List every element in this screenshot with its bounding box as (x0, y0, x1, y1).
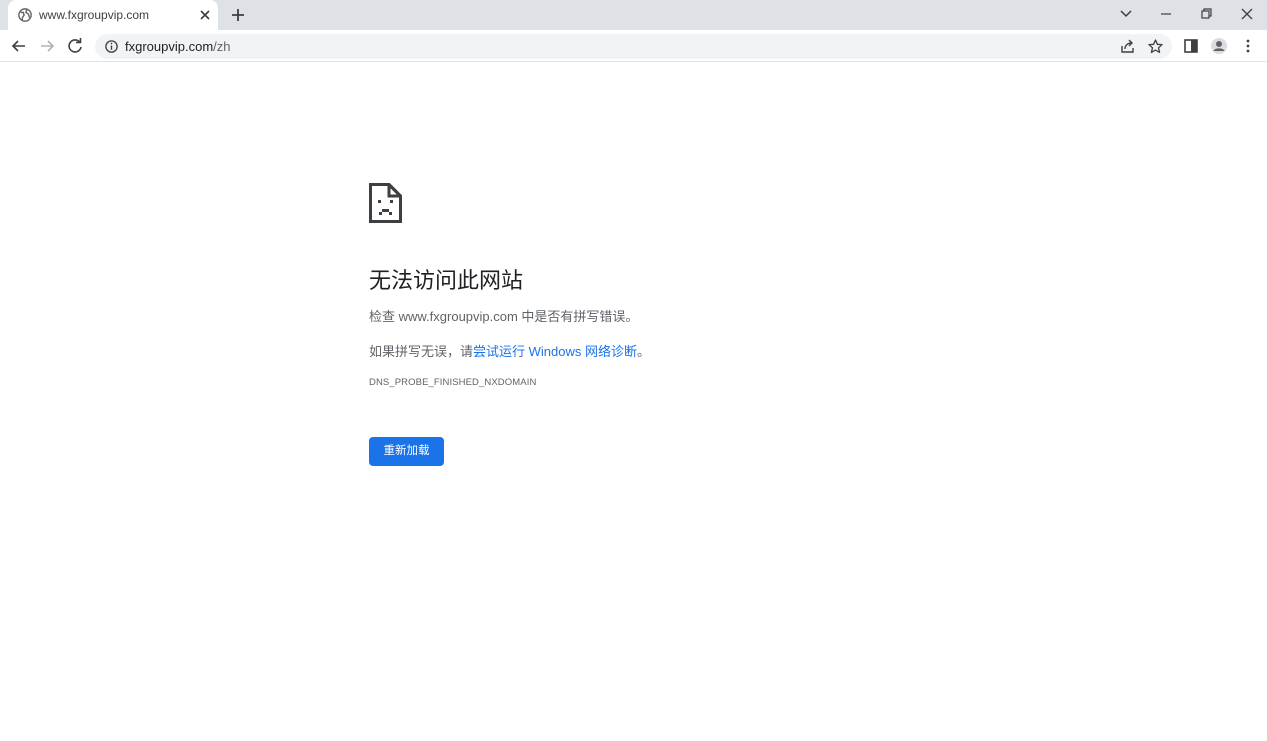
address-bar[interactable]: fxgroupvip.com/zh (95, 34, 1172, 59)
sad-page-icon (369, 183, 402, 223)
url-host: fxgroupvip.com (125, 39, 214, 54)
error-check-spelling: 检查 www.fxgroupvip.com 中是否有拼写错误。 (369, 309, 639, 324)
close-icon[interactable] (1236, 5, 1258, 23)
hint-prefix: 如果拼写无误，请 (369, 344, 474, 359)
chevron-down-icon[interactable] (1115, 5, 1137, 23)
arrow-left-icon[interactable] (9, 36, 29, 56)
restore-icon[interactable] (1195, 5, 1217, 23)
side-panel-icon[interactable] (1181, 36, 1201, 56)
browser-toolbar: fxgroupvip.com/zh (0, 30, 1267, 62)
network-diagnostics-link[interactable]: 尝试运行 Windows 网络诊断 (473, 344, 637, 359)
info-icon[interactable] (104, 39, 119, 54)
error-title: 无法访问此网站 (369, 268, 524, 293)
close-icon[interactable] (197, 7, 213, 23)
reload-button[interactable]: 重新加载 (369, 437, 444, 466)
share-icon[interactable] (1119, 38, 1136, 55)
more-vert-icon[interactable] (1238, 36, 1258, 56)
star-icon[interactable] (1147, 38, 1164, 55)
hint-suffix: 。 (636, 344, 650, 359)
reload-icon[interactable] (65, 36, 85, 56)
url-text[interactable]: fxgroupvip.com/zh (125, 39, 231, 54)
url-path: /zh (213, 39, 231, 54)
tab-strip: www.fxgroupvip.com (0, 0, 1267, 30)
arrow-right-icon[interactable] (37, 36, 57, 56)
error-hint: 如果拼写无误，请尝试运行 Windows 网络诊断。 (369, 341, 650, 360)
plus-icon[interactable] (228, 5, 248, 25)
browser-tab[interactable]: www.fxgroupvip.com (8, 0, 218, 30)
profile-icon[interactable] (1209, 36, 1229, 56)
globe-icon (18, 8, 32, 22)
tab-title: www.fxgroupvip.com (39, 8, 150, 22)
minimize-icon[interactable] (1155, 5, 1177, 23)
error-code: DNS_PROBE_FINISHED_NXDOMAIN (369, 377, 537, 388)
